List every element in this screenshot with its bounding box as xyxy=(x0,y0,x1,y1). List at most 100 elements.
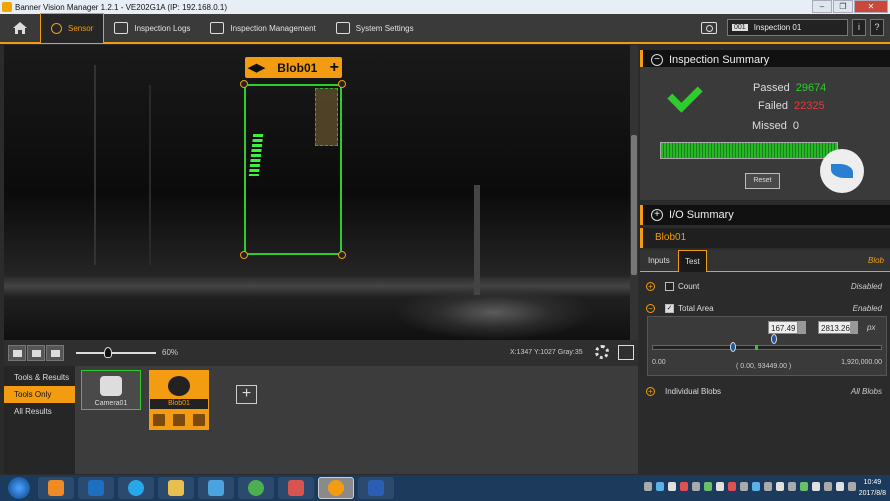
collapse-total-area-icon[interactable]: − xyxy=(646,303,655,313)
mountain-icon xyxy=(50,349,60,357)
menu-sensor[interactable]: Sensor xyxy=(40,13,105,43)
view-mode-group xyxy=(8,345,65,361)
tray-icon[interactable] xyxy=(728,482,736,491)
taskbar-pdf[interactable] xyxy=(278,477,314,499)
expand-count-icon[interactable]: + xyxy=(646,281,655,291)
count-checkbox[interactable] xyxy=(665,281,674,291)
expand-individual-blobs-icon[interactable]: + xyxy=(646,386,655,396)
taskbar-word[interactable] xyxy=(358,477,394,499)
taskbar-clock[interactable]: 10:49 2017/8/8 xyxy=(859,477,886,499)
inspection-number: 001 xyxy=(732,24,748,31)
home-button[interactable] xyxy=(0,13,40,43)
taskbar-chrome[interactable] xyxy=(238,477,274,499)
taskbar-explorer[interactable] xyxy=(158,477,194,499)
taskbar-outlook[interactable] xyxy=(78,477,114,499)
menu-system-settings[interactable]: System Settings xyxy=(326,13,424,43)
test-row-count: + Count Disabled xyxy=(640,275,890,297)
single-view-button[interactable] xyxy=(27,345,45,361)
tool-actions xyxy=(153,414,213,426)
io-summary-title: I/O Summary xyxy=(669,209,734,221)
gear-icon[interactable] xyxy=(595,345,609,359)
filter-tools-results[interactable]: Tools & Results xyxy=(4,369,75,386)
passed-value: 29674 xyxy=(795,82,827,94)
tray-icon[interactable] xyxy=(680,482,688,491)
trash-icon[interactable] xyxy=(193,414,205,426)
add-tool-button[interactable]: + xyxy=(236,385,257,404)
volume-icon[interactable] xyxy=(836,482,844,491)
image-viewport[interactable]: ◀▶ Blob01 + xyxy=(4,45,638,340)
area-range-track[interactable] xyxy=(652,345,882,350)
inspection-summary-title: Inspection Summary xyxy=(669,54,770,66)
close-button[interactable]: ✕ xyxy=(854,0,888,13)
individual-blobs-status: All Blobs xyxy=(850,386,882,396)
tray-icon[interactable] xyxy=(644,482,652,491)
help-button[interactable]: ? xyxy=(870,19,884,36)
move-arrows-icon[interactable]: ◀▶ xyxy=(248,61,265,74)
taskbar-media-player[interactable] xyxy=(38,477,74,499)
minimize-button[interactable]: – xyxy=(812,0,832,13)
max-area-input[interactable]: 2813.26 xyxy=(818,321,853,334)
filmstrip-icon xyxy=(12,349,22,357)
max-area-spinner[interactable] xyxy=(850,321,858,334)
min-area-spinner[interactable] xyxy=(798,321,806,334)
blob-roi-box[interactable] xyxy=(244,84,342,255)
inspection-selector[interactable]: 001 Inspection 01 xyxy=(727,19,848,36)
tray-icon[interactable] xyxy=(752,482,760,491)
menu-inspection-logs[interactable]: Inspection Logs xyxy=(104,13,200,43)
tray-icon[interactable] xyxy=(824,482,832,491)
pdf-icon xyxy=(288,480,304,496)
tray-icon[interactable] xyxy=(656,482,664,491)
image-view-button[interactable] xyxy=(46,345,64,361)
taskbar-vision-manager[interactable] xyxy=(318,477,354,499)
tab-inputs[interactable]: Inputs xyxy=(642,250,676,272)
start-button[interactable] xyxy=(8,477,30,499)
filmstrip-view-button[interactable] xyxy=(8,345,26,361)
taskbar-skype[interactable] xyxy=(118,477,154,499)
tray-icon[interactable] xyxy=(812,482,820,491)
zoom-slider[interactable] xyxy=(76,352,156,354)
copy-icon[interactable] xyxy=(173,414,185,426)
tray-icon[interactable] xyxy=(740,482,748,491)
scrollbar-thumb[interactable] xyxy=(631,135,637,275)
roi-handle-br[interactable] xyxy=(338,251,346,259)
taskbar-app-5[interactable] xyxy=(198,477,234,499)
pass-check-icon xyxy=(667,77,703,113)
area-max-knob[interactable] xyxy=(771,334,777,344)
blob-tool-tag[interactable]: ◀▶ Blob01 + xyxy=(245,57,342,78)
blob-tool-icon xyxy=(168,376,190,396)
range-current-value: ( 0.00, 93449.00 ) xyxy=(736,363,792,370)
roi-handle-tl[interactable] xyxy=(240,80,248,88)
tool-blob01[interactable]: Blob01 xyxy=(149,370,209,430)
delete-icon[interactable] xyxy=(153,414,165,426)
info-button[interactable]: i xyxy=(852,19,866,36)
vision-manager-icon xyxy=(328,480,344,496)
tray-icon[interactable] xyxy=(704,482,712,491)
min-area-input[interactable]: 167.49 xyxy=(768,321,799,334)
reset-button[interactable]: Reset xyxy=(745,173,780,189)
io-summary-header[interactable]: + I/O Summary xyxy=(640,205,890,225)
roi-handle-tr[interactable] xyxy=(338,80,346,88)
area-min-knob[interactable] xyxy=(730,342,736,352)
tool-camera01[interactable]: Camera01 xyxy=(81,370,141,410)
maximize-button[interactable]: ❐ xyxy=(833,0,853,13)
tray-icon[interactable] xyxy=(716,482,724,491)
tray-icon[interactable] xyxy=(764,482,772,491)
tray-icon[interactable] xyxy=(668,482,676,491)
area-range-fill xyxy=(755,345,758,350)
tray-icon[interactable] xyxy=(776,482,784,491)
tab-test[interactable]: Test xyxy=(678,250,707,272)
viewport-scrollbar[interactable] xyxy=(630,45,638,340)
filter-all-results[interactable]: All Results xyxy=(4,403,75,420)
tray-icon[interactable] xyxy=(692,482,700,491)
battery-icon[interactable] xyxy=(848,482,856,491)
menu-inspection-management[interactable]: Inspection Management xyxy=(200,13,325,43)
roi-handle-bl[interactable] xyxy=(240,251,248,259)
tray-icon[interactable] xyxy=(800,482,808,491)
filter-tools-only[interactable]: Tools Only xyxy=(4,386,75,403)
total-area-checkbox[interactable]: ✓ xyxy=(665,303,674,313)
add-roi-icon[interactable]: + xyxy=(330,59,339,76)
tray-icon[interactable] xyxy=(788,482,796,491)
fullscreen-icon[interactable] xyxy=(618,345,634,360)
zoom-slider-thumb[interactable] xyxy=(104,347,112,358)
camera-icon[interactable] xyxy=(701,21,717,34)
